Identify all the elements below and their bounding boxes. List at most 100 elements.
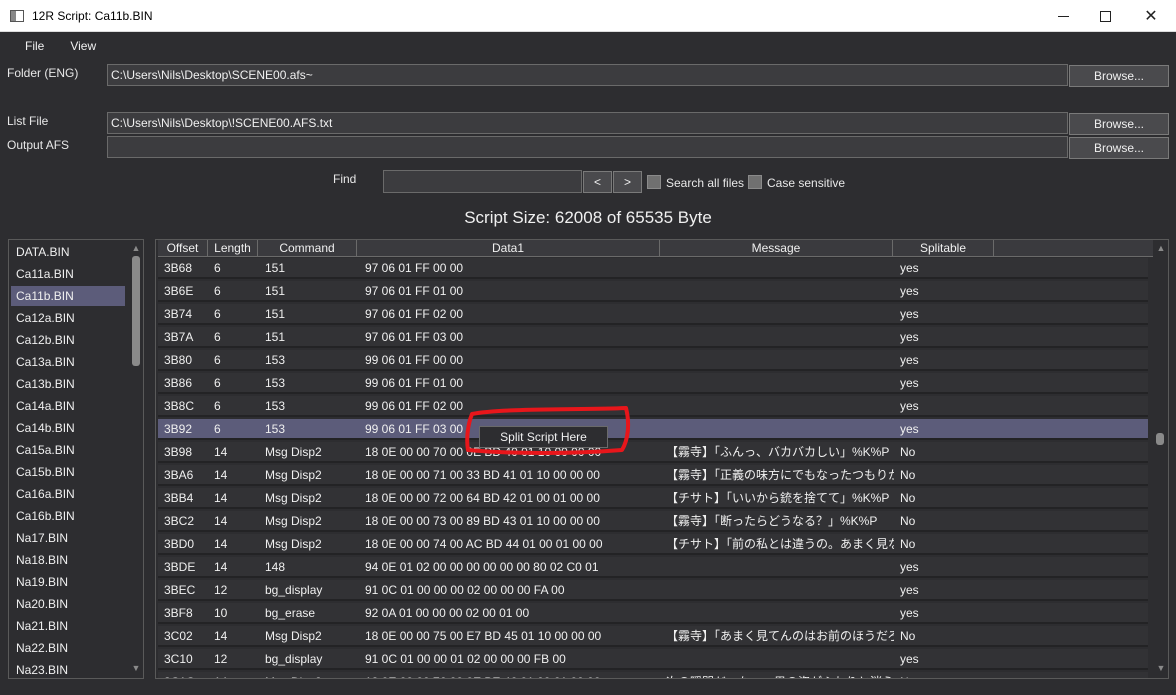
table-row[interactable]: 3C02 14 Msg Disp2 18 0E 00 00 75 00 E7 BD 4…	[158, 626, 1148, 647]
table-row[interactable]: 3B68 6 151 97 06 01 FF 00 00 yes	[158, 258, 1148, 279]
file-list[interactable]: DATA.BIN Ca11a.BIN Ca11b.BIN Ca12a.BIN Ca12b…	[8, 239, 144, 679]
cell-message	[666, 350, 894, 371]
find-prev-button[interactable]: <	[583, 171, 612, 193]
table-row[interactable]: 3B86 6 153 99 06 01 FF 01 00 yes	[158, 373, 1148, 394]
cell-message	[666, 580, 894, 601]
cell-data1: 91 0C 01 00 00 00 02 00 00 00 FA 00	[365, 583, 565, 597]
file-list-item[interactable]: Ca12a.BIN	[11, 308, 125, 328]
file-list-item[interactable]: Na19.BIN	[11, 572, 125, 592]
folder-browse-button[interactable]: Browse...	[1069, 65, 1169, 87]
cell-length: 6	[214, 284, 221, 298]
column-header-message[interactable]: Message	[660, 240, 893, 257]
grid-scroll-down-icon[interactable]: ▼	[1155, 662, 1167, 674]
file-list-item[interactable]: Ca13b.BIN	[11, 374, 125, 394]
table-row[interactable]: 3BD0 14 Msg Disp2 18 0E 00 00 74 00 AC BD 4…	[158, 534, 1148, 555]
table-row[interactable]: 3B7A 6 151 97 06 01 FF 03 00 yes	[158, 327, 1148, 348]
output-afs-browse-button[interactable]: Browse...	[1069, 137, 1169, 159]
cell-message: 【霧寺】「正義の味方にでもなったつもりか？」%K	[666, 468, 894, 482]
cell-data1: 18 0E 00 00 75 00 E7 BD 45 01 10 00 00 0…	[365, 629, 602, 643]
column-header-offset[interactable]: Offset	[158, 240, 208, 257]
menu-file[interactable]: File	[12, 39, 57, 53]
context-menu-split-script-here[interactable]: Split Script Here	[500, 430, 587, 444]
cell-command: Msg Disp2	[265, 468, 322, 482]
cell-command: bg_display	[265, 583, 323, 597]
output-afs-input[interactable]	[107, 136, 1068, 158]
script-size-text: Script Size: 62008 of 65535 Byte	[464, 208, 712, 227]
cell-offset: 3C10	[164, 652, 193, 666]
file-list-item[interactable]: Ca15b.BIN	[11, 462, 125, 482]
file-list-item[interactable]: Ca11a.BIN	[11, 264, 125, 284]
file-list-item[interactable]: Na22.BIN	[11, 638, 125, 658]
app-icon	[10, 9, 24, 22]
file-list-item[interactable]: DATA.BIN	[11, 242, 125, 262]
file-list-item[interactable]: Ca12b.BIN	[11, 330, 125, 350]
cell-data1: 18 0E 00 00 76 00 0E BE 46 01 00 01 00 0…	[365, 672, 661, 678]
file-list-scroll-thumb[interactable]	[132, 256, 140, 366]
list-file-input[interactable]: C:\Users\Nils\Desktop\!SCENE00.AFS.txt	[107, 112, 1068, 134]
file-list-item[interactable]: Na20.BIN	[11, 594, 125, 614]
table-row[interactable]: 3BC2 14 Msg Disp2 18 0E 00 00 73 00 89 BD 4…	[158, 511, 1148, 532]
cell-splitable: No	[900, 445, 916, 459]
script-grid[interactable]: Offset Length Command Data1 Message Spli…	[155, 239, 1169, 679]
menu-view[interactable]: View	[57, 39, 109, 53]
scroll-up-icon[interactable]: ▲	[130, 242, 142, 254]
close-button[interactable]: ✕	[1128, 0, 1174, 32]
column-header-command[interactable]: Command	[258, 240, 357, 257]
table-row[interactable]: 3BF8 10 bg_erase 92 0A 01 00 00 00 02 00 01…	[158, 603, 1148, 624]
list-file-browse-button[interactable]: Browse...	[1069, 113, 1169, 135]
file-list-item[interactable]: Ca16a.BIN	[11, 484, 125, 504]
file-list-item[interactable]: Ca14b.BIN	[11, 418, 125, 438]
file-list-item[interactable]: Ca15a.BIN	[11, 440, 125, 460]
column-header-data1[interactable]: Data1	[357, 240, 660, 257]
cell-splitable: yes	[900, 583, 919, 597]
minimize-button[interactable]	[1040, 0, 1086, 32]
column-header-length[interactable]: Length	[208, 240, 258, 257]
file-list-item[interactable]: Ca11b.BIN	[11, 286, 125, 306]
cell-splitable: yes	[900, 399, 919, 413]
file-list-item[interactable]: Na18.BIN	[11, 550, 125, 570]
table-row[interactable]: 3C1C 14 Msg Disp2 18 0E 00 00 76 00 0E BE 4…	[158, 672, 1148, 678]
cell-command: 151	[265, 261, 286, 275]
find-next-button[interactable]: >	[613, 171, 642, 193]
file-list-item[interactable]: Na17.BIN	[11, 528, 125, 548]
column-header-splitable[interactable]: Splitable	[893, 240, 994, 257]
file-list-item[interactable]: Ca13a.BIN	[11, 352, 125, 372]
cell-message: 【霧寺】「あまく見てんのはお前のほうだろ、チサト	[666, 629, 894, 643]
file-list-item[interactable]: Ca14a.BIN	[11, 396, 125, 416]
grid-scroll-thumb[interactable]	[1156, 433, 1164, 445]
cell-splitable: yes	[900, 330, 919, 344]
context-menu: Split Script Here	[479, 426, 608, 448]
file-list-item[interactable]: Ca16b.BIN	[11, 506, 125, 526]
file-list-item[interactable]: Na21.BIN	[11, 616, 125, 636]
cell-message	[666, 396, 894, 417]
table-row[interactable]: 3B6E 6 151 97 06 01 FF 01 00 yes	[158, 281, 1148, 302]
cell-length: 14	[214, 468, 228, 482]
table-row[interactable]: 3B98 14 Msg Disp2 18 0E 00 00 70 00 0E BD 4…	[158, 442, 1148, 463]
table-row[interactable]: 3B92 6 153 99 06 01 FF 03 00 yes	[158, 419, 1148, 440]
table-row[interactable]: 3C10 12 bg_display 91 0C 01 00 00 01 02 00 …	[158, 649, 1148, 670]
cell-splitable: yes	[900, 652, 919, 666]
table-row[interactable]: 3BA6 14 Msg Disp2 18 0E 00 00 71 00 33 BD 4…	[158, 465, 1148, 486]
menu-bar: File View	[0, 32, 1176, 60]
cell-command: 151	[265, 284, 286, 298]
table-row[interactable]: 3BB4 14 Msg Disp2 18 0E 00 00 72 00 64 BD 4…	[158, 488, 1148, 509]
file-list-scrollbar[interactable]: ▲ ▼	[129, 240, 143, 678]
table-row[interactable]: 3B80 6 153 99 06 01 FF 00 00 yes	[158, 350, 1148, 371]
folder-input[interactable]: C:\Users\Nils\Desktop\SCENE00.afs~	[107, 64, 1068, 86]
table-row[interactable]: 3B74 6 151 97 06 01 FF 02 00 yes	[158, 304, 1148, 325]
cell-splitable: yes	[900, 376, 919, 390]
search-all-files-checkbox[interactable]	[647, 175, 661, 189]
table-row[interactable]: 3BEC 12 bg_display 91 0C 01 00 00 00 02 00 …	[158, 580, 1148, 601]
table-row[interactable]: 3B8C 6 153 99 06 01 FF 02 00 yes	[158, 396, 1148, 417]
table-row[interactable]: 3BDE 14 148 94 0E 01 02 00 00 00 00 00 00 8…	[158, 557, 1148, 578]
cell-data1: 18 0E 00 00 74 00 AC BD 44 01 00 01 00 0…	[365, 537, 603, 551]
maximize-button[interactable]	[1082, 0, 1128, 32]
grid-scroll-up-icon[interactable]: ▲	[1155, 242, 1167, 254]
case-sensitive-checkbox[interactable]	[748, 175, 762, 189]
find-input[interactable]	[383, 170, 582, 193]
file-list-item[interactable]: Na23.BIN	[11, 660, 125, 678]
grid-scrollbar[interactable]: ▲ ▼	[1153, 240, 1168, 678]
scroll-down-icon[interactable]: ▼	[130, 662, 142, 674]
cell-offset: 3B92	[164, 422, 193, 436]
cell-offset: 3B6E	[164, 284, 194, 298]
